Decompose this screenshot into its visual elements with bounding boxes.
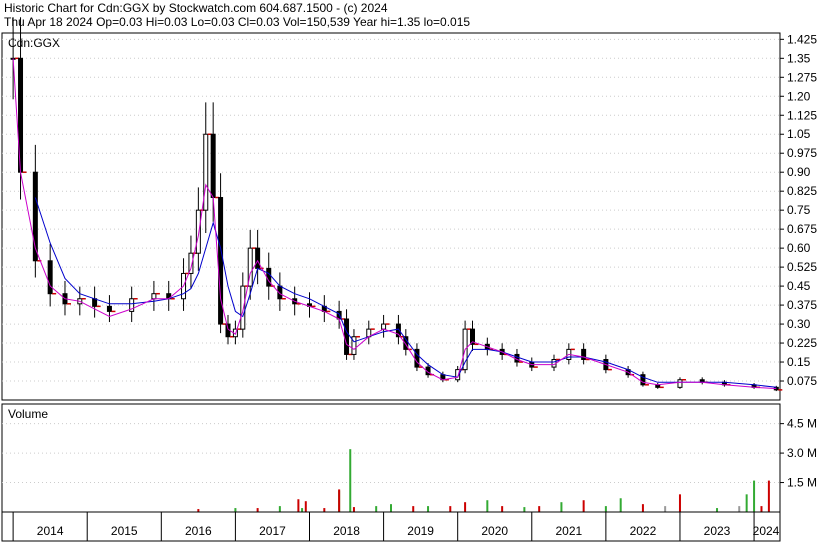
volume-bar — [301, 508, 304, 512]
price-candle-body — [381, 323, 387, 330]
volume-bar — [619, 498, 622, 512]
volume-bar — [449, 506, 452, 512]
volume-bar — [604, 506, 607, 512]
volume-bar — [464, 502, 467, 512]
price-candle-body — [195, 209, 201, 254]
price-tick-label: 1.275 — [787, 70, 817, 84]
price-candle-body — [92, 298, 98, 307]
price-tick-label: 0.75 — [787, 203, 811, 217]
volume-bar — [412, 506, 415, 512]
price-tick-label: 0.45 — [787, 279, 811, 293]
volume-bar — [256, 508, 259, 512]
volume-bar — [678, 494, 681, 512]
volume-panel: Volume 4.5 M 3.0 M 1.5 M — [1, 403, 817, 513]
volume-bar — [664, 506, 667, 512]
year-label: 2015 — [111, 524, 138, 538]
year-label: 2021 — [555, 524, 582, 538]
price-candle-body — [47, 260, 53, 295]
volume-bar — [297, 499, 300, 512]
price-panel-label: Cdn:GGX — [8, 36, 60, 50]
volume-bar — [560, 502, 563, 512]
price-candle-body — [677, 379, 683, 388]
price-tick-label: 1.20 — [787, 89, 811, 103]
volume-bar — [641, 504, 644, 512]
volume-panel-label: Volume — [8, 407, 48, 421]
price-tick-label: 0.90 — [787, 165, 811, 179]
year-label: 2019 — [407, 524, 434, 538]
volume-bar — [427, 506, 430, 512]
year-label: 2024 — [753, 524, 780, 538]
price-tick-label: 0.675 — [787, 222, 817, 236]
stock-chart: Cdn:GGX 1.425 1.35 1.275 1.20 1.125 1.05 0.975… — [1, 17, 817, 542]
price-tick-label: 1.05 — [787, 127, 811, 141]
volume-bar — [349, 449, 352, 512]
year-label: 2017 — [259, 524, 286, 538]
price-candle-body — [240, 285, 246, 330]
price-tick-label: 0.375 — [787, 298, 817, 312]
price-tick-label: 0.525 — [787, 260, 817, 274]
price-tick-label: 1.125 — [787, 108, 817, 122]
price-candle-body — [151, 293, 157, 300]
volume-bar — [523, 507, 526, 512]
price-tick-label: 0.30 — [787, 317, 811, 331]
price-axis: 1.425 1.35 1.275 1.20 1.125 1.05 0.975 0.90 0.82… — [780, 32, 817, 388]
year-label: 2014 — [37, 524, 64, 538]
volume-bar — [486, 500, 489, 512]
price-tick-label: 0.825 — [787, 184, 817, 198]
volume-bar — [304, 501, 307, 512]
year-label: 2018 — [333, 524, 360, 538]
volume-bar — [738, 506, 741, 512]
price-tick-label: 1.35 — [787, 51, 811, 65]
volume-axis: 4.5 M 3.0 M 1.5 M — [780, 417, 817, 490]
volume-tick-label: 1.5 M — [787, 476, 817, 490]
year-label: 2016 — [185, 524, 212, 538]
price-candle-body — [106, 305, 112, 312]
price-tick-label: 0.225 — [787, 336, 817, 350]
price-panel: Cdn:GGX 1.425 1.35 1.275 1.20 1.125 1.05 0.975… — [1, 17, 817, 401]
year-label: 2023 — [704, 524, 731, 538]
volume-bar — [390, 504, 392, 512]
price-tick-label: 1.425 — [787, 32, 817, 46]
price-candle-body — [255, 247, 261, 269]
year-label: 2022 — [630, 524, 657, 538]
volume-bar — [745, 494, 748, 512]
volume-bar — [278, 506, 281, 512]
price-panel-frame — [1, 32, 781, 401]
volume-bar — [234, 508, 237, 512]
volume-tick-label: 4.5 M — [787, 417, 817, 431]
price-tick-label: 0.60 — [787, 241, 811, 255]
volume-bar — [352, 507, 355, 512]
volume-bar — [716, 508, 719, 512]
price-candle-body — [210, 133, 216, 199]
volume-bar — [582, 500, 585, 512]
volume-tick-label: 3.0 M — [787, 446, 817, 460]
price-tick-label: 0.975 — [787, 146, 817, 160]
volume-bar — [338, 489, 341, 512]
volume-bar — [753, 480, 756, 512]
price-candle-body — [266, 267, 272, 287]
volume-bar — [760, 506, 763, 512]
volume-bar — [501, 506, 504, 512]
time-axis: 2014 2015 2016 2017 2018 2019 2020 2021 2022 2023… — [1, 511, 781, 542]
volume-panel-frame — [1, 403, 781, 513]
price-candle-body — [203, 133, 209, 211]
price-tick-label: 0.15 — [787, 355, 811, 369]
volume-bar — [767, 480, 770, 512]
price-tick-label: 0.075 — [787, 374, 817, 388]
volume-bar — [323, 508, 326, 512]
volume-bar — [375, 506, 378, 512]
price-candle-body — [344, 318, 350, 355]
year-label: 2020 — [481, 524, 508, 538]
volume-bar — [538, 506, 541, 512]
